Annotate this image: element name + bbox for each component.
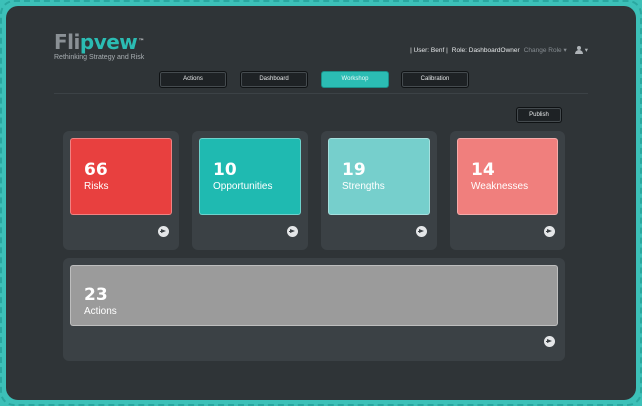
actions-card: 23 Actions (63, 258, 565, 361)
tab-workshop[interactable]: Workshop (321, 71, 389, 88)
strengths-tile[interactable]: 19 Strengths (328, 138, 430, 215)
weaknesses-count: 14 (471, 160, 495, 180)
arrow-right-icon[interactable] (544, 336, 555, 347)
change-role-label: Change Role (523, 47, 562, 54)
actions-count: 23 (84, 285, 108, 305)
risks-tile[interactable]: 66 Risks (70, 138, 172, 215)
logo-text-suffix: vew (93, 30, 138, 54)
change-role-dropdown[interactable]: Change Role ▾ (524, 46, 567, 54)
role-label: Role: DashboardOwner (451, 46, 520, 54)
publish-button[interactable]: Publish (516, 107, 562, 123)
arrow-right-icon[interactable] (287, 226, 298, 237)
flipvew-logo[interactable]: Flipvew™ (54, 31, 144, 53)
weaknesses-tile[interactable]: 14 Weaknesses (457, 138, 558, 215)
weaknesses-card: 14 Weaknesses (450, 131, 565, 250)
actions-label: Actions (84, 306, 117, 317)
arrow-right-icon[interactable] (416, 226, 427, 237)
user-bar: | User: Benf | Role: DashboardOwner Chan… (410, 46, 588, 54)
opportunities-count: 10 (213, 160, 237, 180)
weaknesses-label: Weaknesses (471, 181, 529, 192)
strengths-card: 19 Strengths (321, 131, 437, 250)
strengths-count: 19 (342, 160, 366, 180)
tab-calibration[interactable]: Calibration (401, 71, 469, 88)
chevron-down-icon: ▾ (563, 47, 567, 54)
opportunities-card: 10 Opportunities (192, 131, 308, 250)
strengths-label: Strengths (342, 181, 385, 192)
risks-count: 66 (84, 160, 108, 180)
arrow-right-icon[interactable] (158, 226, 169, 237)
logo-trademark: ™ (138, 38, 144, 45)
tagline: Rethinking Strategy and Risk (54, 54, 145, 61)
arrow-right-icon[interactable] (544, 226, 555, 237)
risks-card: 66 Risks (63, 131, 179, 250)
actions-tile[interactable]: 23 Actions (70, 265, 558, 326)
chevron-down-icon: ▾ (584, 47, 588, 54)
opportunities-label: Opportunities (213, 181, 273, 192)
risks-label: Risks (84, 181, 109, 192)
tab-actions[interactable]: Actions (159, 71, 227, 88)
tab-dashboard[interactable]: Dashboard (240, 71, 308, 88)
logo-text-prefix: Fli (54, 30, 80, 54)
user-label: | User: Benf | (410, 46, 448, 54)
logo-text-p: p (79, 30, 94, 54)
user-menu-button[interactable]: ▾ (574, 46, 588, 54)
user-icon (574, 46, 583, 54)
header-divider (54, 93, 588, 94)
opportunities-tile[interactable]: 10 Opportunities (199, 138, 301, 215)
